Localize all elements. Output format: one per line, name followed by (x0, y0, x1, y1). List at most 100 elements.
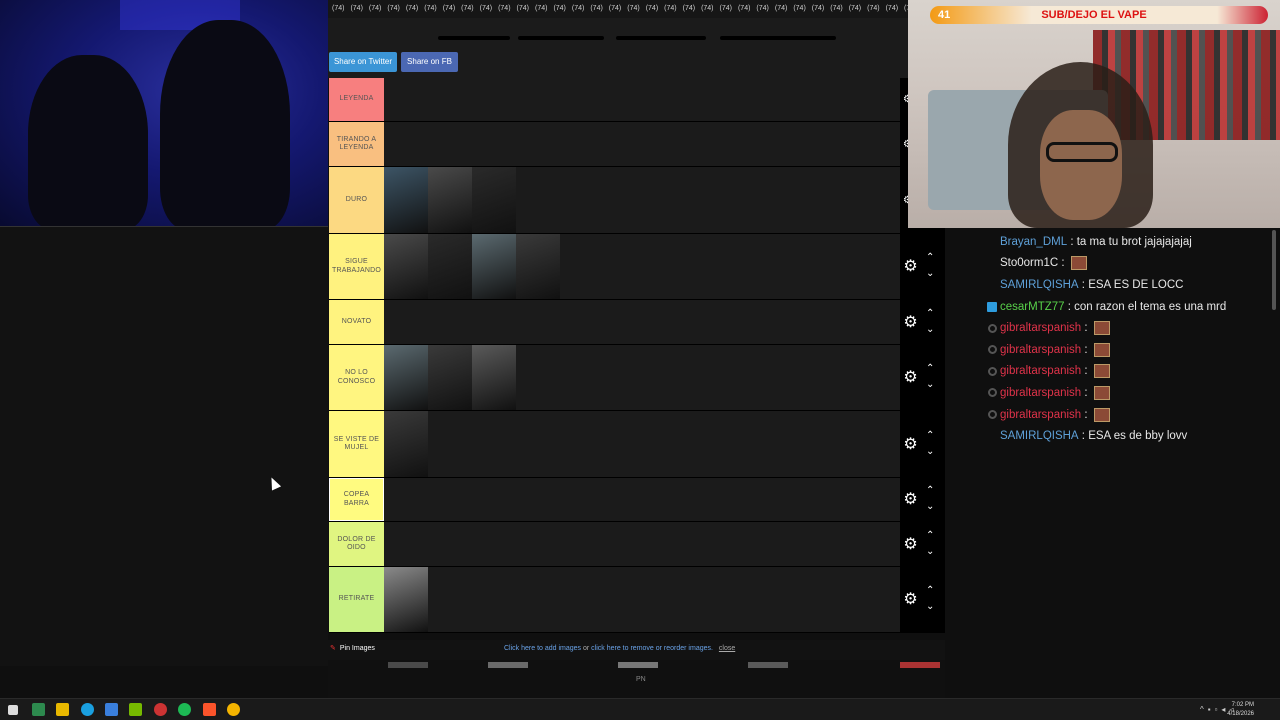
tier-label[interactable]: RETIRATE (329, 567, 384, 632)
brave-icon[interactable] (203, 703, 216, 716)
tab-item[interactable]: (74) (683, 5, 695, 12)
tier-items[interactable] (384, 78, 900, 121)
spotify-icon[interactable] (178, 703, 191, 716)
move-up-icon[interactable]: ⌃ (926, 253, 934, 263)
app-icon[interactable] (105, 703, 118, 716)
app-icon[interactable] (32, 703, 45, 716)
tier-label[interactable]: DOLOR DE OIDO (329, 522, 384, 566)
pool-image[interactable] (388, 662, 428, 668)
chrome-icon[interactable] (227, 703, 240, 716)
settings-gear-icon[interactable]: ⚙ (903, 436, 918, 452)
tab-item[interactable]: (74) (498, 5, 510, 12)
chat-username[interactable]: gibraltarspanish (1000, 365, 1081, 377)
nvidia-icon[interactable] (129, 703, 142, 716)
folder-icon[interactable] (56, 703, 69, 716)
tab-item[interactable]: (74) (793, 5, 805, 12)
move-down-icon[interactable]: ⌄ (926, 269, 934, 279)
pool-image[interactable] (488, 662, 528, 668)
settings-gear-icon[interactable]: ⚙ (903, 492, 918, 508)
chat-username[interactable]: gibraltarspanish (1000, 387, 1081, 399)
chat-username[interactable]: Brayan_DML (1000, 236, 1067, 248)
tier-label[interactable]: DURO (329, 167, 384, 233)
pool-image[interactable] (748, 662, 788, 668)
chat-scrollbar[interactable] (1272, 230, 1276, 310)
tab-item[interactable]: (74) (369, 5, 381, 12)
tier-image[interactable] (384, 411, 428, 477)
tab-item[interactable]: (74) (332, 5, 344, 12)
tier-label[interactable]: SIGUE TRABAJANDO (329, 234, 384, 299)
tab-item[interactable]: (74) (480, 5, 492, 12)
tab-item[interactable]: (74) (443, 5, 455, 12)
share-twitter-button[interactable]: Share on Twitter (329, 52, 397, 72)
tab-item[interactable]: (74) (609, 5, 621, 12)
move-up-icon[interactable]: ⌃ (926, 486, 934, 496)
tab-item[interactable]: (74) (775, 5, 787, 12)
tab-item[interactable]: (74) (517, 5, 529, 12)
move-down-icon[interactable]: ⌄ (926, 446, 934, 457)
tier-items[interactable] (384, 411, 900, 477)
tab-item[interactable]: (74) (812, 5, 824, 12)
tier-image[interactable] (516, 234, 560, 299)
tier-items[interactable] (384, 167, 900, 233)
tab-item[interactable]: (74) (387, 5, 399, 12)
tab-item[interactable]: (74) (646, 5, 658, 12)
tier-label[interactable]: SE VISTE DE MUJEL (329, 411, 384, 477)
tier-items[interactable] (384, 567, 900, 632)
tier-label[interactable]: NO LO CONOSCO (329, 345, 384, 410)
tab-item[interactable]: (74) (701, 5, 713, 12)
tab-item[interactable]: (74) (350, 5, 362, 12)
settings-gear-icon[interactable]: ⚙ (903, 314, 918, 330)
tier-items[interactable] (384, 122, 900, 166)
move-down-icon[interactable]: ⌄ (926, 502, 934, 512)
move-up-icon[interactable]: ⌃ (926, 308, 934, 319)
settings-gear-icon[interactable]: ⚙ (903, 536, 918, 552)
tier-image[interactable] (428, 345, 472, 410)
tier-image[interactable] (428, 234, 472, 299)
tab-item[interactable]: (74) (535, 5, 547, 12)
tier-image[interactable] (428, 167, 472, 233)
move-up-icon[interactable]: ⌃ (926, 586, 934, 596)
chat-username[interactable]: gibraltarspanish (1000, 322, 1081, 334)
tab-item[interactable]: (74) (756, 5, 768, 12)
move-up-icon[interactable]: ⌃ (926, 364, 934, 374)
move-up-icon[interactable]: ⌃ (926, 530, 934, 541)
tier-items[interactable] (384, 234, 900, 299)
tier-image[interactable] (472, 345, 516, 410)
tier-items[interactable] (384, 345, 900, 410)
tier-items[interactable] (384, 478, 900, 521)
tab-item[interactable]: (74) (664, 5, 676, 12)
tab-item[interactable]: (74) (553, 5, 565, 12)
chat-username[interactable]: cesarMTZ77 (1000, 301, 1065, 313)
pool-image[interactable] (618, 662, 658, 668)
move-down-icon[interactable]: ⌄ (926, 380, 934, 390)
settings-gear-icon[interactable]: ⚙ (903, 259, 918, 275)
add-images-link[interactable]: Click here to add images (504, 645, 581, 652)
tier-label[interactable]: COPEA BARRA (329, 478, 384, 521)
clock[interactable]: 7:02 PM 4/18/2026 (1227, 701, 1254, 719)
chat-username[interactable]: Sto0orm1C (1000, 257, 1058, 269)
tier-image[interactable] (472, 167, 516, 233)
tab-item[interactable]: (74) (867, 5, 879, 12)
pool-image[interactable] (900, 662, 940, 668)
tier-image[interactable] (384, 345, 428, 410)
settings-gear-icon[interactable]: ⚙ (903, 370, 918, 386)
tier-items[interactable] (384, 300, 900, 344)
move-up-icon[interactable]: ⌃ (926, 430, 934, 441)
reorder-images-link[interactable]: click here to remove or reorder images. (591, 645, 713, 652)
close-link[interactable]: close (719, 645, 735, 652)
chat-username[interactable]: SAMIRLQISHA (1000, 430, 1079, 442)
tab-item[interactable]: (74) (424, 5, 436, 12)
tab-item[interactable]: (74) (849, 5, 861, 12)
tab-item[interactable]: (74) (406, 5, 418, 12)
tier-label[interactable]: LEYENDA (329, 78, 384, 121)
move-down-icon[interactable]: ⌄ (926, 546, 934, 557)
windows-start-icon[interactable] (8, 705, 18, 715)
tier-image[interactable] (384, 567, 428, 632)
tab-item[interactable]: (74) (720, 5, 732, 12)
tier-items[interactable] (384, 522, 900, 566)
tab-item[interactable]: (74) (572, 5, 584, 12)
pin-images-toggle[interactable]: ✎ Pin Images (330, 640, 375, 658)
chat-username[interactable]: gibraltarspanish (1000, 344, 1081, 356)
tier-label[interactable]: TIRANDO A LEYENDA (329, 122, 384, 166)
settings-gear-icon[interactable]: ⚙ (903, 592, 918, 608)
